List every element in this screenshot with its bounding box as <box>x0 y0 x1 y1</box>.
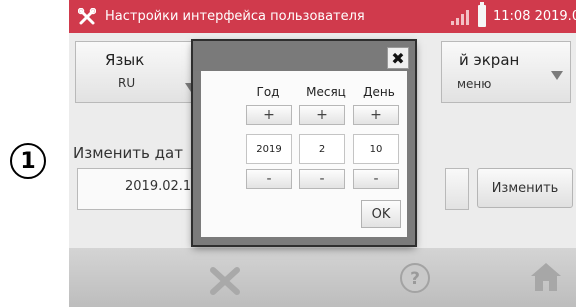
day-column-label: День <box>363 85 395 99</box>
ok-button[interactable]: OK <box>361 200 401 228</box>
date-picker-dialog: ✖ Год Месяц День + + + 2019 2 10 - - - O… <box>193 41 415 245</box>
window-title: Настройки интерфейса пользователя <box>105 9 365 24</box>
month-decrement-button[interactable]: - <box>299 169 345 189</box>
start-screen-dropdown-arrow-icon[interactable] <box>551 71 563 80</box>
month-column-label: Месяц <box>306 85 346 99</box>
month-value: 2 <box>299 134 345 164</box>
battery-icon <box>478 2 486 27</box>
step-number-circle: 1 <box>10 143 46 179</box>
wrench-icon[interactable] <box>205 264 245 298</box>
time-display-field <box>445 168 469 210</box>
device-screen: Настройки интерфейса пользователя 11:08 … <box>69 0 576 307</box>
day-decrement-button[interactable]: - <box>353 169 399 189</box>
home-icon[interactable] <box>529 261 563 293</box>
close-icon: ✖ <box>391 48 405 68</box>
change-date-label: Изменить дат <box>73 144 183 162</box>
bottom-toolbar: ? <box>69 248 576 307</box>
day-increment-button[interactable]: + <box>353 105 399 125</box>
wrench-icon <box>75 7 99 26</box>
year-increment-button[interactable]: + <box>246 105 292 125</box>
date-display-value: 2019.02.10 <box>125 179 200 194</box>
language-value: RU <box>118 76 136 90</box>
language-label: Язык <box>105 51 145 69</box>
title-bar: Настройки интерфейса пользователя 11:08 … <box>69 0 576 33</box>
help-icon[interactable]: ? <box>399 262 431 294</box>
change-date-button[interactable]: Изменить <box>477 168 573 208</box>
year-value: 2019 <box>246 134 292 164</box>
dialog-header <box>193 41 415 71</box>
svg-text:?: ? <box>410 269 420 289</box>
year-decrement-button[interactable]: - <box>246 169 292 189</box>
step-number: 1 <box>20 148 36 174</box>
clock: 11:08 2019.02.10 <box>493 9 576 24</box>
start-screen-label: й экран <box>459 51 520 69</box>
year-column-label: Год <box>256 85 280 99</box>
day-value: 10 <box>353 134 399 164</box>
dialog-close-button[interactable]: ✖ <box>387 47 409 69</box>
start-screen-value: меню <box>457 77 492 91</box>
month-increment-button[interactable]: + <box>299 105 345 125</box>
signal-icon <box>451 9 469 25</box>
